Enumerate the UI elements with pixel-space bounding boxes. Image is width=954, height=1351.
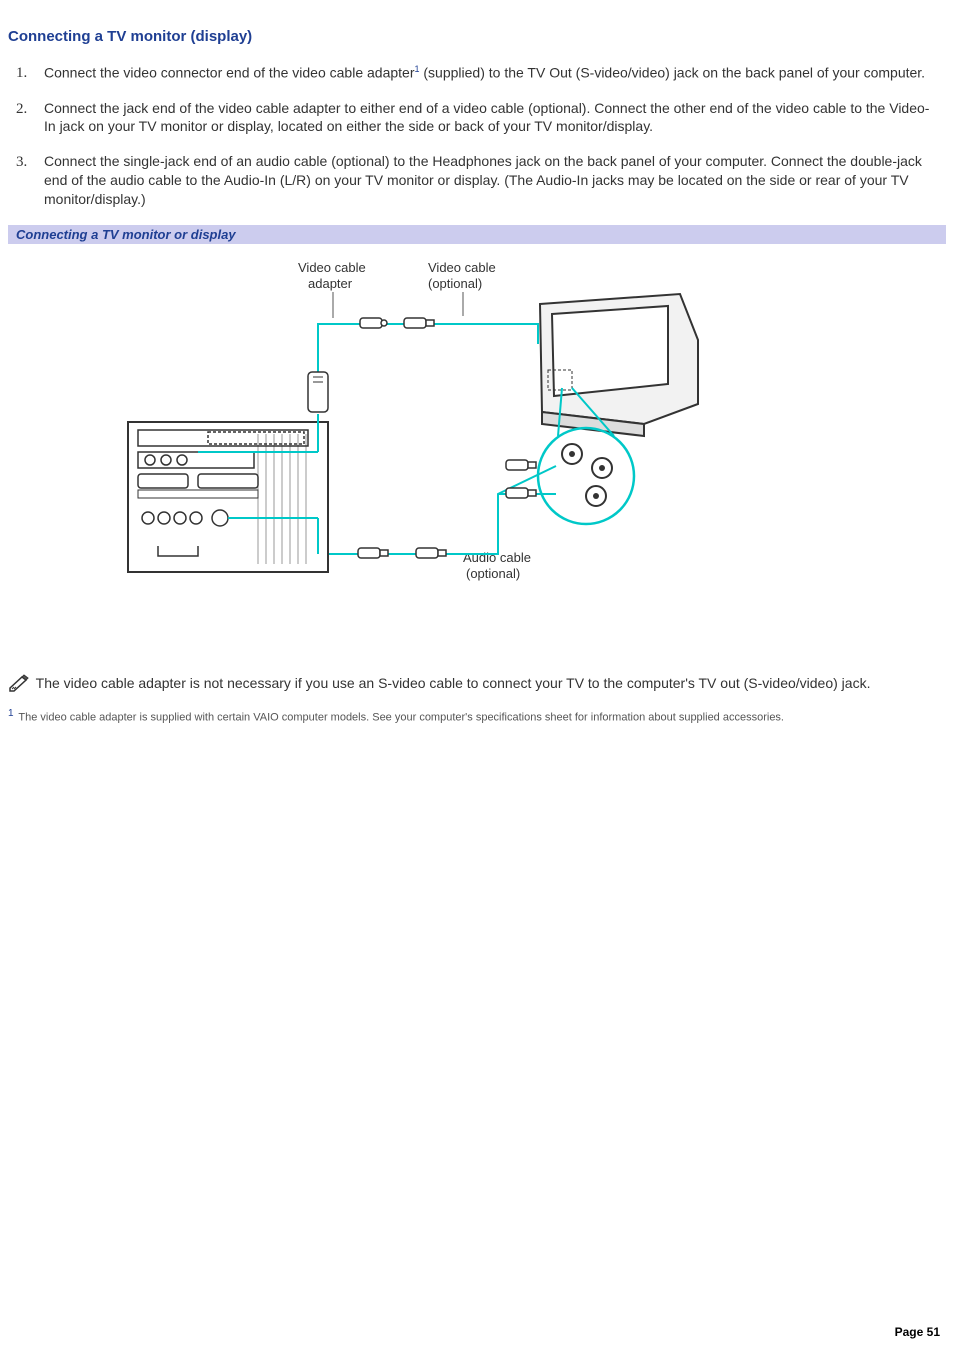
tv-monitor-icon <box>540 294 698 436</box>
document-page: Connecting a TV monitor (display) Connec… <box>0 0 954 1351</box>
footnote: 1 The video cable adapter is supplied wi… <box>8 707 946 726</box>
note-text: The video cable adapter is not necessary… <box>32 675 870 691</box>
step-text-post: (supplied) to the TV Out (S-video/video)… <box>420 65 926 81</box>
step-item: Connect the video connector end of the v… <box>44 63 940 83</box>
label-video-adapter: Video cable <box>298 260 366 275</box>
label-audio: Audio cable <box>463 550 531 565</box>
section-title: Connecting a TV monitor (display) <box>8 28 946 45</box>
note-paragraph: The video cable adapter is not necessary… <box>8 674 946 697</box>
note-icon <box>8 674 30 697</box>
computer-back-panel-icon <box>128 422 328 572</box>
step-text: Connect the jack end of the video cable … <box>44 100 929 135</box>
steps-list: Connect the video connector end of the v… <box>8 63 946 209</box>
label-video-adapter-2: adapter <box>308 276 353 291</box>
label-audio-2: (optional) <box>466 566 520 581</box>
step-item: Connect the jack end of the video cable … <box>44 99 940 137</box>
step-text: Connect the single-jack end of an audio … <box>44 153 922 207</box>
step-text: Connect the video connector end of the v… <box>44 65 414 81</box>
connection-diagram: Video cable adapter Video cable (optiona… <box>68 254 708 614</box>
figure-caption: Connecting a TV monitor or display <box>8 225 946 244</box>
label-video-optional: Video cable <box>428 260 496 275</box>
footnote-number: 1 <box>8 708 14 719</box>
label-video-optional-2: (optional) <box>428 276 482 291</box>
step-item: Connect the single-jack end of an audio … <box>44 152 940 209</box>
footnote-text: The video cable adapter is supplied with… <box>16 712 784 724</box>
page-number: Page 51 <box>895 1325 940 1339</box>
